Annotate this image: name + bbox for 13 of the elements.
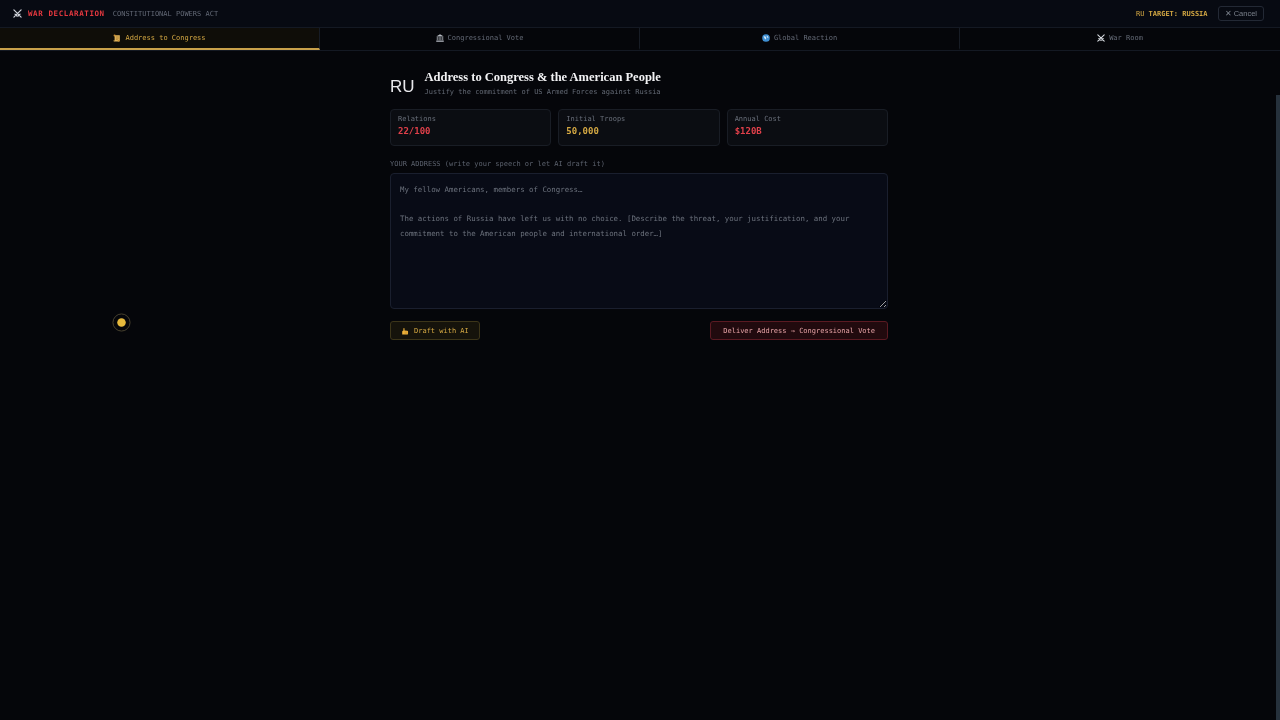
scrollbar-thumb[interactable] — [1276, 95, 1280, 720]
dot-icon — [112, 313, 131, 332]
stat-value: $120B — [734, 126, 763, 136]
stat-value: 50,000 — [566, 126, 600, 136]
crossed-swords-icon — [1097, 34, 1106, 42]
hand-icon — [401, 326, 409, 335]
globe-icon — [761, 34, 770, 42]
scroll-icon — [113, 34, 122, 42]
crossed-swords-icon — [13, 9, 22, 18]
stat-value: 22/100 — [398, 126, 432, 136]
page-heading: Address to Congress & the American People — [424, 69, 661, 85]
columned-building-icon — [435, 34, 444, 42]
flag-code: RU — [390, 77, 415, 97]
